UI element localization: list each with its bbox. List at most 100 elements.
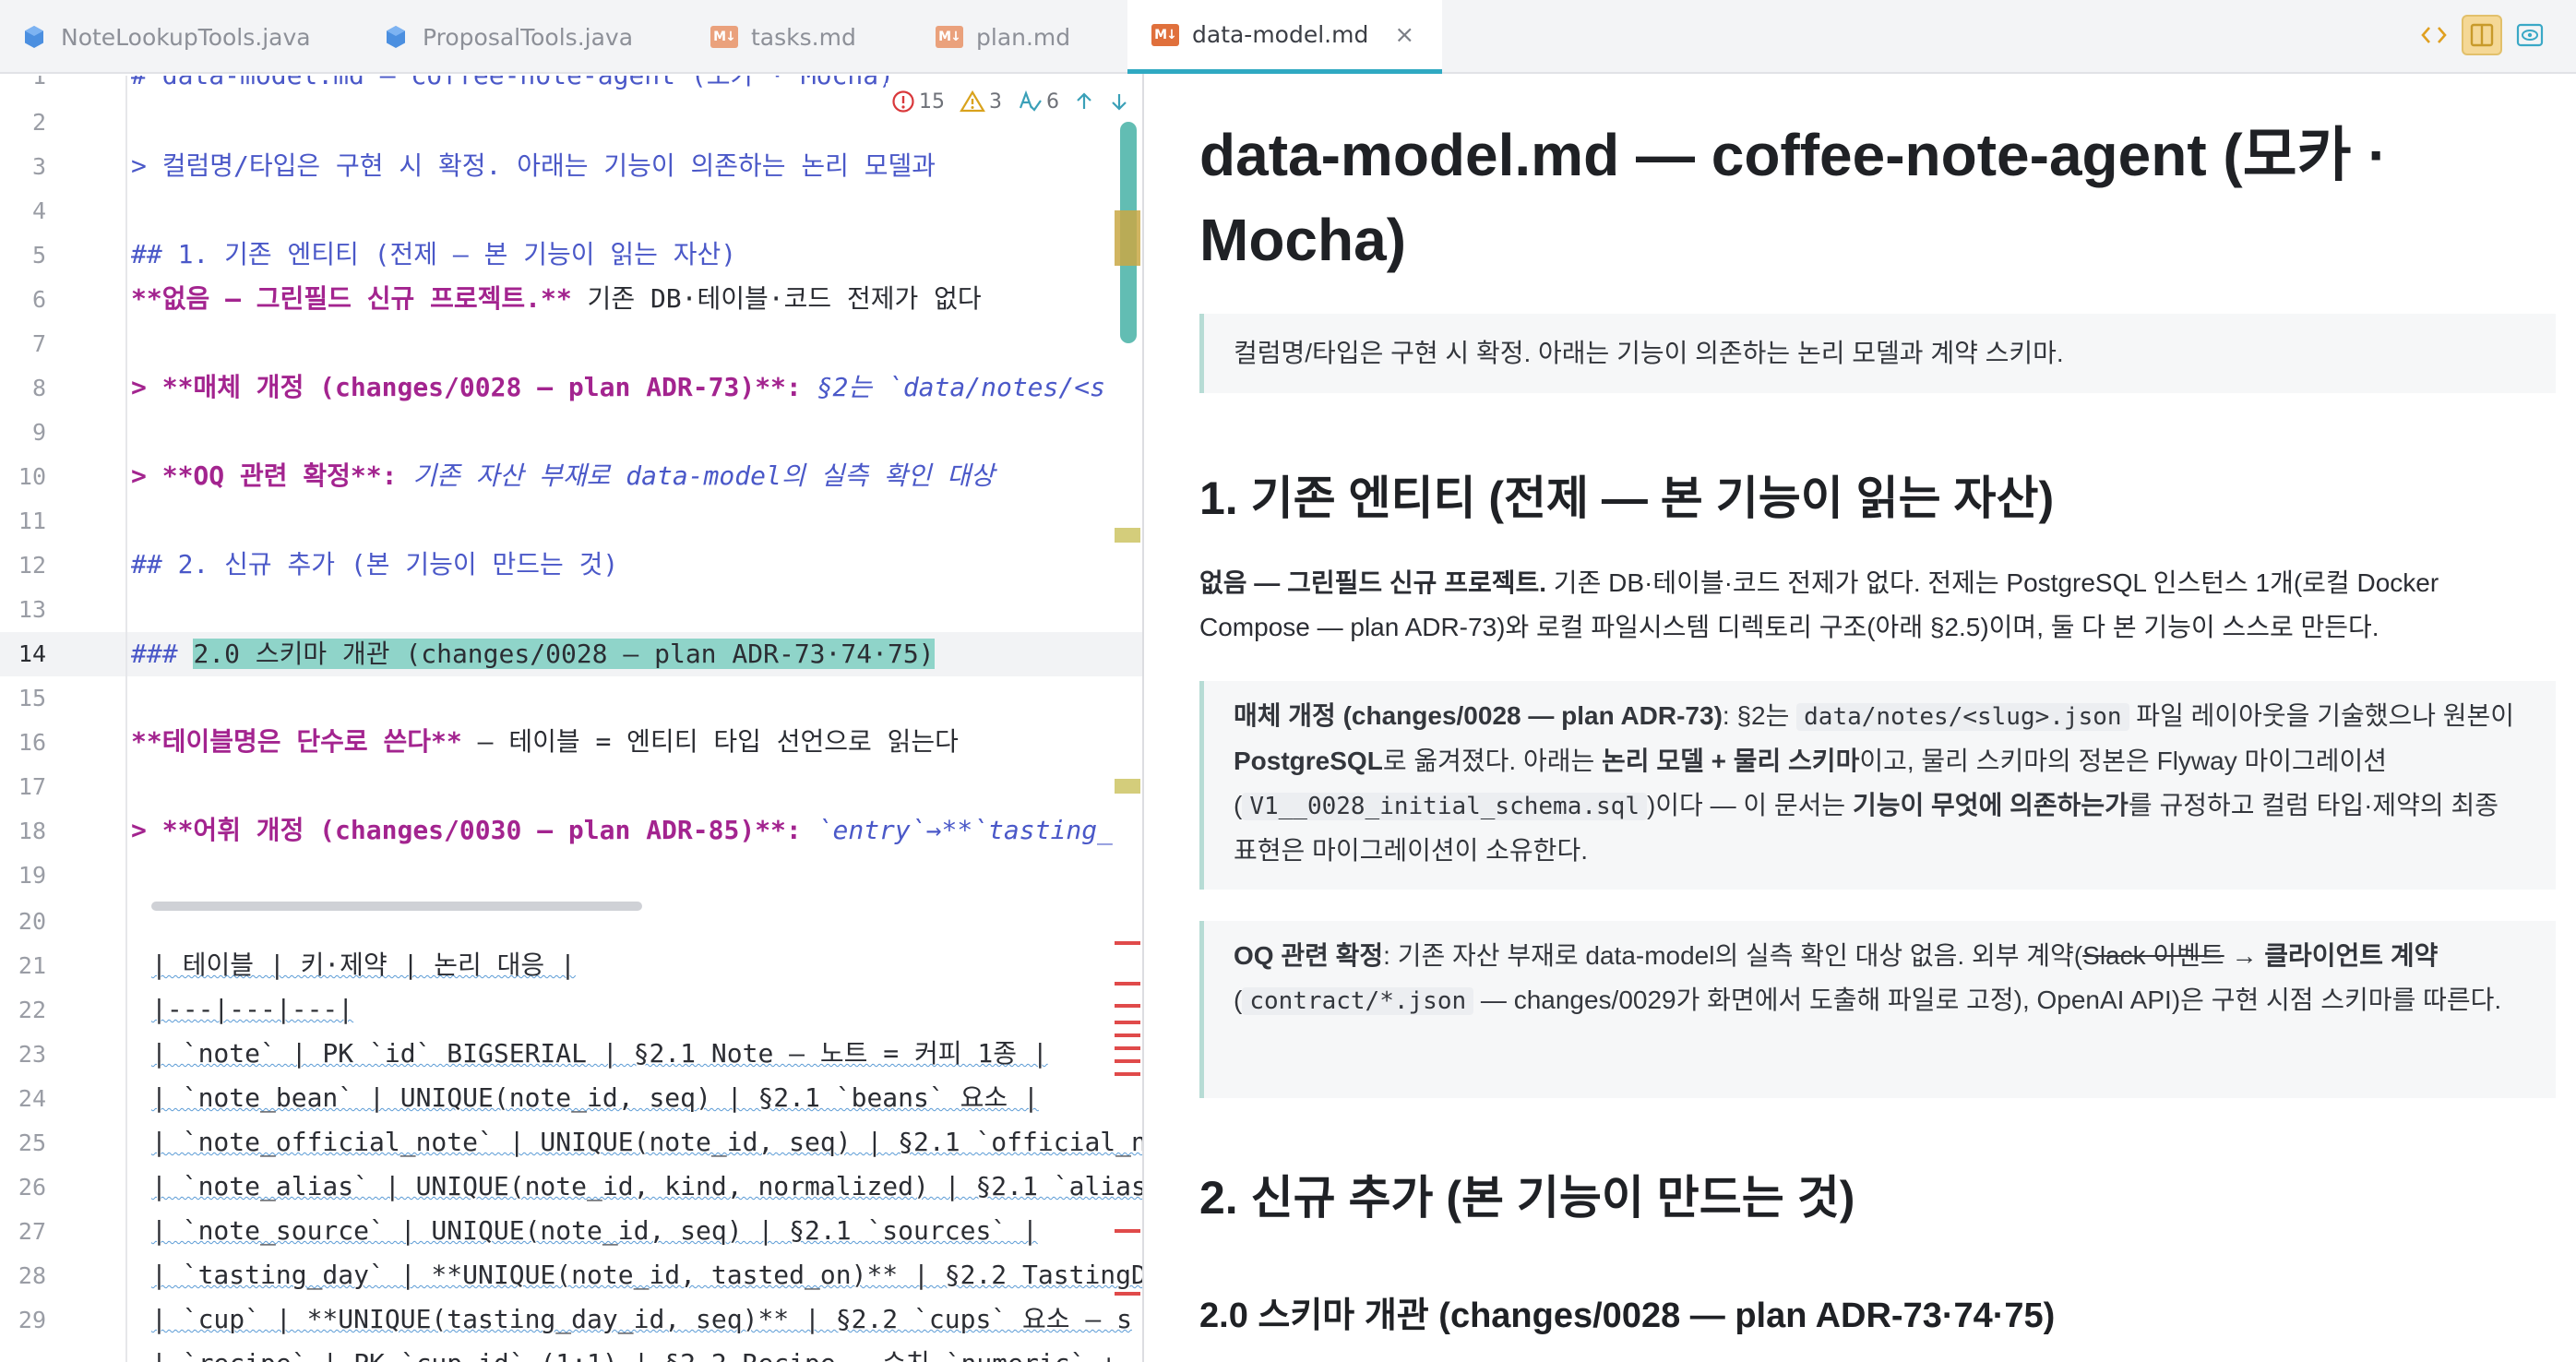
- markdown-file-icon: M↓: [710, 23, 738, 51]
- code-line: **없음 — 그린필드 신규 프로젝트.** 기존 DB·테이블·코드 전제가 …: [131, 283, 982, 314]
- java-file-icon: [20, 23, 48, 51]
- inspection-widget[interactable]: 15 3 6: [886, 83, 1142, 120]
- typo-icon: [1019, 90, 1042, 112]
- intro-blockquote: 컬럼명/타입은 구현 시 확정. 아래는 기능이 의존하는 논리 모델과 계약 …: [1199, 314, 2556, 393]
- error-icon: [892, 90, 914, 113]
- code-line: ## 1. 기존 엔티티 (전제 — 본 기능이 읽는 자산): [131, 239, 737, 269]
- split-view-icon: [2470, 23, 2494, 47]
- code-view-button[interactable]: [2414, 15, 2454, 55]
- line-number: 7: [31, 330, 46, 357]
- scroll-marker-error: [1115, 941, 1140, 945]
- line-number: 13: [18, 596, 46, 623]
- line-number: 9: [31, 419, 46, 446]
- line-number: 12: [18, 552, 46, 579]
- markdown-file-icon: M↓: [936, 23, 963, 51]
- horizontal-scrollbar[interactable]: [151, 902, 642, 911]
- arrow-up-icon: [1077, 92, 1091, 109]
- split-view-button[interactable]: [2462, 15, 2502, 55]
- editor-tab-bar: NoteLookupTools.java ProposalTools.java …: [0, 0, 2576, 74]
- tab-data-model-md[interactable]: M↓ data-model.md ×: [1127, 0, 1443, 74]
- markdown-preview: data-model.md — coffee-note-agent (모카 · …: [1144, 76, 2576, 1362]
- line-number: 10: [18, 463, 46, 490]
- errors-counter[interactable]: 15: [891, 90, 945, 114]
- subsection-heading-2-0: 2.0 스키마 개관 (changes/0028 — plan ADR-73·7…: [1199, 1296, 2056, 1335]
- line-number: 3: [31, 153, 46, 180]
- line-number: 27: [18, 1218, 46, 1245]
- code-line-current[interactable]: ### 2.0 스키마 개관 (changes/0028 — plan ADR-…: [131, 632, 935, 676]
- scroll-marker-error: [1115, 1004, 1140, 1008]
- scroll-marker-error: [1115, 982, 1140, 986]
- scroll-marker-error: [1115, 1072, 1140, 1076]
- scroll-marker: [1115, 210, 1140, 266]
- code-line: | `note_official_note` | UNIQUE(note_id,…: [151, 1127, 1142, 1157]
- code-line: > **어휘 개정 (changes/0030 — plan ADR-85)**…: [131, 815, 1113, 845]
- code-line: > **매체 개정 (changes/0028 — plan ADR-73)**…: [131, 372, 1105, 402]
- line-number: 23: [18, 1041, 46, 1068]
- scroll-marker: [1115, 528, 1140, 543]
- section-heading-1: 1. 기존 엔티티 (전제 — 본 기능이 읽는 자산): [1199, 472, 2055, 524]
- line-number-current: 14: [18, 640, 46, 667]
- tab-proposaltools-java[interactable]: ProposalTools.java: [382, 0, 633, 74]
- preview-title: data-model.md — coffee-note-agent (모카 · …: [1199, 122, 2388, 273]
- scroll-marker-error: [1115, 1033, 1140, 1037]
- java-file-icon: [382, 23, 410, 51]
- line-number-gutter: [0, 76, 127, 1362]
- scroll-marker-error: [1115, 1046, 1140, 1050]
- markdown-editor[interactable]: 1 2 3 4 5 6 7 8 9 10 11 12 13 14 15 16 1…: [0, 76, 1142, 1362]
- scroll-marker-error: [1115, 1229, 1140, 1233]
- line-number: 18: [18, 818, 46, 844]
- code-line: **테이블명은 단수로 쓴다** — 테이블 = 엔티티 타입 선언으로 읽는다: [131, 726, 959, 757]
- paragraph-greenfield: 없음 — 그린필드 신규 프로젝트. 기존 DB·테이블·코드 전제가 없다. …: [1199, 568, 2439, 641]
- tab-label: data-model.md: [1192, 21, 1369, 48]
- code-icon: [2421, 27, 2447, 43]
- line-number: 19: [18, 862, 46, 889]
- code-line: | `note_alias` | UNIQUE(note_id, kind, n…: [151, 1171, 1142, 1201]
- typos-counter[interactable]: 6: [1017, 90, 1059, 114]
- code-line: | `note_source` | UNIQUE(note_id, seq) |…: [151, 1215, 1038, 1246]
- selected-text: 2.0 스키마 개관 (changes/0028 — plan ADR-73·7…: [193, 639, 935, 669]
- code-line: > **OQ 관련 확정**: 기존 자산 부재로 data-model의 실측…: [131, 460, 995, 491]
- line-number: 6: [31, 286, 46, 313]
- tab-label: tasks.md: [751, 23, 856, 51]
- preview-view-button[interactable]: [2510, 15, 2550, 55]
- line-number: 4: [31, 197, 46, 224]
- line-number: 21: [18, 952, 46, 979]
- code-line: | `recipe` | PK `cup_id` (1:1) | §2.2 Re…: [151, 1342, 1116, 1362]
- line-number: 8: [31, 375, 46, 401]
- scroll-marker-error: [1115, 1292, 1140, 1296]
- scroll-marker-error: [1115, 1059, 1140, 1063]
- code-line: | `cup` | **UNIQUE(tasting_day_id, seq)*…: [151, 1304, 1132, 1334]
- line-number: 29: [18, 1307, 46, 1333]
- arrow-down-icon: [1112, 94, 1127, 111]
- warnings-counter[interactable]: 3: [960, 90, 1002, 114]
- scroll-marker-error: [1115, 1021, 1140, 1024]
- line-number: 16: [18, 729, 46, 756]
- code-line: | `note` | PK `id` BIGSERIAL | §2.1 Note…: [151, 1038, 1048, 1069]
- media-revision-blockquote: 매체 개정 (changes/0028 — plan ADR-73): §2는 …: [1199, 681, 2556, 890]
- markdown-file-icon: M↓: [1151, 21, 1179, 49]
- line-number: 22: [18, 997, 46, 1023]
- line-number: 11: [18, 508, 46, 534]
- line-number: 26: [18, 1174, 46, 1201]
- previous-problem-button[interactable]: [1074, 90, 1094, 113]
- line-number: 25: [18, 1129, 46, 1156]
- line-number: 2: [31, 109, 46, 136]
- preview-eye-icon: [2516, 23, 2544, 47]
- code-line: | `tasting_day` | **UNIQUE(note_id, tast…: [151, 1260, 1142, 1290]
- next-problem-button[interactable]: [1109, 90, 1129, 113]
- line-number: 15: [18, 685, 46, 711]
- tab-label: plan.md: [976, 23, 1071, 51]
- code-line: ## 2. 신규 추가 (본 기능이 만드는 것): [131, 549, 619, 579]
- tab-plan-md[interactable]: M↓ plan.md: [936, 0, 1070, 74]
- tab-label: NoteLookupTools.java: [61, 23, 311, 51]
- oq-confirmed-blockquote: OQ 관련 확정: 기존 자산 부재로 data-model의 실측 확인 대상…: [1199, 921, 2556, 1098]
- section-heading-2: 2. 신규 추가 (본 기능이 만드는 것): [1199, 1172, 1855, 1224]
- tab-tasks-md[interactable]: M↓ tasks.md: [710, 0, 856, 74]
- line-number: 5: [31, 242, 46, 269]
- tab-label: ProposalTools.java: [423, 23, 634, 51]
- line-number: 1: [31, 76, 46, 90]
- intro-quote-text: 컬럼명/타입은 구현 시 확정. 아래는 기능이 의존하는 논리 모델과 계약 …: [1234, 339, 2064, 367]
- code-line: | 테이블 | 키·제약 | 논리 대응 |: [151, 950, 576, 980]
- close-tab-icon[interactable]: ×: [1394, 21, 1414, 49]
- tab-notelookuptools-java[interactable]: NoteLookupTools.java: [20, 0, 311, 74]
